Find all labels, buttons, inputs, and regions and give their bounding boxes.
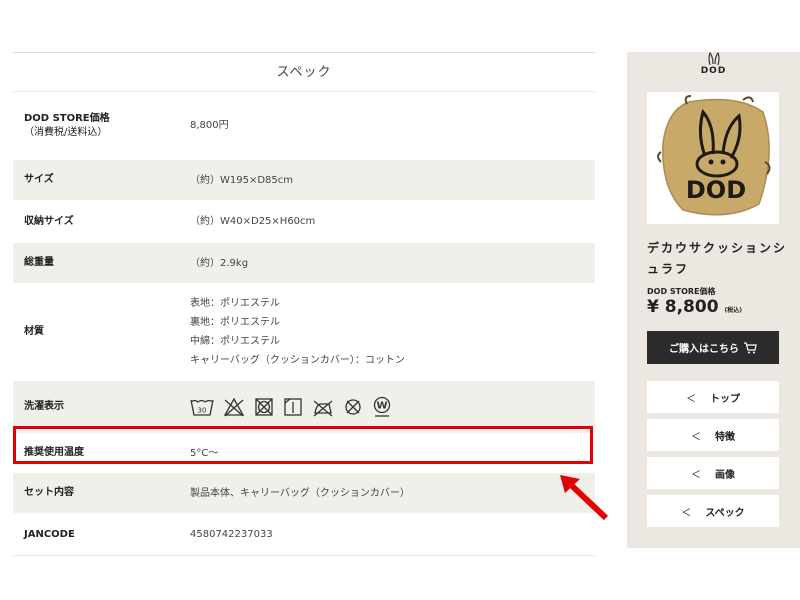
nav-label: 画像: [715, 469, 735, 481]
chevron-left-icon: ＜: [691, 431, 701, 443]
product-print-text: DOD: [686, 176, 746, 204]
spec-key: DOD STORE価格 （消費税/送料込）: [13, 112, 190, 140]
nav-label: 特徴: [715, 431, 735, 443]
spec-row-material: 材質 表地：ポリエステル 裏地：ポリエステル 中綿：ポリエステル キャリーバッグ…: [13, 284, 595, 381]
spec-row-jancode: JANCODE 4580742237033: [13, 514, 595, 556]
wash-30-icon: 30: [190, 399, 214, 416]
spec-heading: スペック: [13, 52, 595, 92]
chevron-left-icon: ＜: [686, 393, 696, 405]
spec-value: 表地：ポリエステル 裏地：ポリエステル 中綿：ポリエステル キャリーバッグ（クッ…: [190, 294, 595, 370]
nav-top-button[interactable]: ＜ トップ: [647, 381, 779, 413]
material-line: 表地：ポリエステル: [190, 298, 280, 309]
tax-note: (税込): [724, 307, 742, 314]
spec-key-line: （消費税/送料込）: [24, 126, 108, 138]
spec-value: 8,800円: [190, 120, 229, 131]
spec-row-size: サイズ （約）W195×D85cm: [13, 160, 595, 201]
wash-temperature-label: 30: [198, 407, 207, 415]
chevron-left-icon: ＜: [691, 469, 701, 481]
brand-logo[interactable]: DOD: [627, 52, 800, 76]
spec-value: 4580742237033: [190, 529, 273, 540]
spec-key: 総重量: [24, 257, 54, 268]
rabbit-logo-icon: [707, 52, 720, 66]
spec-value: （約）W195×D85cm: [190, 174, 294, 186]
spec-key: JANCODE: [24, 528, 75, 540]
spec-key: サイズ: [24, 174, 54, 185]
product-price: ¥ 8,800 (税込): [647, 297, 742, 317]
nav-features-button[interactable]: ＜ 特徴: [647, 419, 779, 451]
product-bag-image: DOD: [657, 95, 771, 216]
spec-value: 製品本体、キャリーバッグ（クッションカバー）: [190, 487, 410, 499]
no-tumble-dry-icon: [255, 398, 273, 416]
material-line: 裏地：ポリエステル: [190, 317, 280, 328]
nav-images-button[interactable]: ＜ 画像: [647, 457, 779, 489]
product-sidebar: DOD DOD デカウサクッションシュラフ DOD STORE価格 ¥ 8,80…: [627, 52, 800, 548]
buy-button-label: ご購入はこちら: [669, 344, 739, 355]
spec-table: スペック DOD STORE価格 （消費税/送料込） 8,800円 サイズ （約…: [13, 52, 595, 556]
spec-value: （約）2.9kg: [190, 257, 249, 269]
no-dry-clean-icon: [345, 399, 361, 415]
spec-key: 収納サイズ: [24, 215, 74, 227]
cart-icon: [744, 341, 757, 353]
wet-clean-icon: W: [373, 396, 391, 417]
material-line: 中綿：ポリエステル: [190, 336, 280, 347]
spec-key-line: DOD STORE価格: [24, 112, 110, 124]
spec-value: （約）W40×D25×H60cm: [190, 216, 316, 227]
product-name[interactable]: デカウサクッションシュラフ: [647, 238, 787, 280]
spec-row-wash-label: 洗濯表示 30 W: [13, 381, 595, 434]
spec-row-price: DOD STORE価格 （消費税/送料込） 8,800円: [13, 92, 595, 160]
nav-label: スペック: [705, 507, 745, 519]
spec-row-weight: 総重量 （約）2.9kg: [13, 243, 595, 284]
red-arrow-icon: [560, 475, 609, 521]
spec-key: 洗濯表示: [24, 401, 64, 412]
nav-label: トップ: [710, 393, 740, 405]
spec-key: セット内容: [24, 487, 74, 498]
spec-row-storage-size: 収納サイズ （約）W40×D25×H60cm: [13, 201, 595, 243]
spec-value: 5°C～: [190, 447, 219, 459]
spec-row-set-contents: セット内容 製品本体、キャリーバッグ（クッションカバー）: [13, 473, 595, 514]
drip-dry-icon: [284, 398, 302, 416]
material-line: キャリーバッグ（クッションカバー）：コットン: [190, 355, 405, 366]
spec-key: 材質: [24, 326, 44, 337]
product-image[interactable]: DOD: [647, 92, 779, 224]
spec-row-recommended-temperature: 推奨使用温度 5°C～: [13, 434, 595, 473]
no-iron-icon: [313, 400, 333, 417]
price-value: ¥ 8,800: [647, 297, 719, 317]
no-bleach-icon: [223, 397, 245, 417]
brand-logo-text: DOD: [700, 66, 727, 76]
buy-button[interactable]: ご購入はこちら: [647, 331, 779, 364]
spec-key: 推奨使用温度: [24, 447, 84, 458]
nav-spec-button[interactable]: ＜ スペック: [647, 495, 779, 527]
wash-icons: 30 W: [190, 396, 595, 418]
wet-clean-label: W: [376, 401, 387, 412]
chevron-left-icon: ＜: [681, 507, 692, 519]
price-label: DOD STORE価格: [647, 287, 716, 296]
